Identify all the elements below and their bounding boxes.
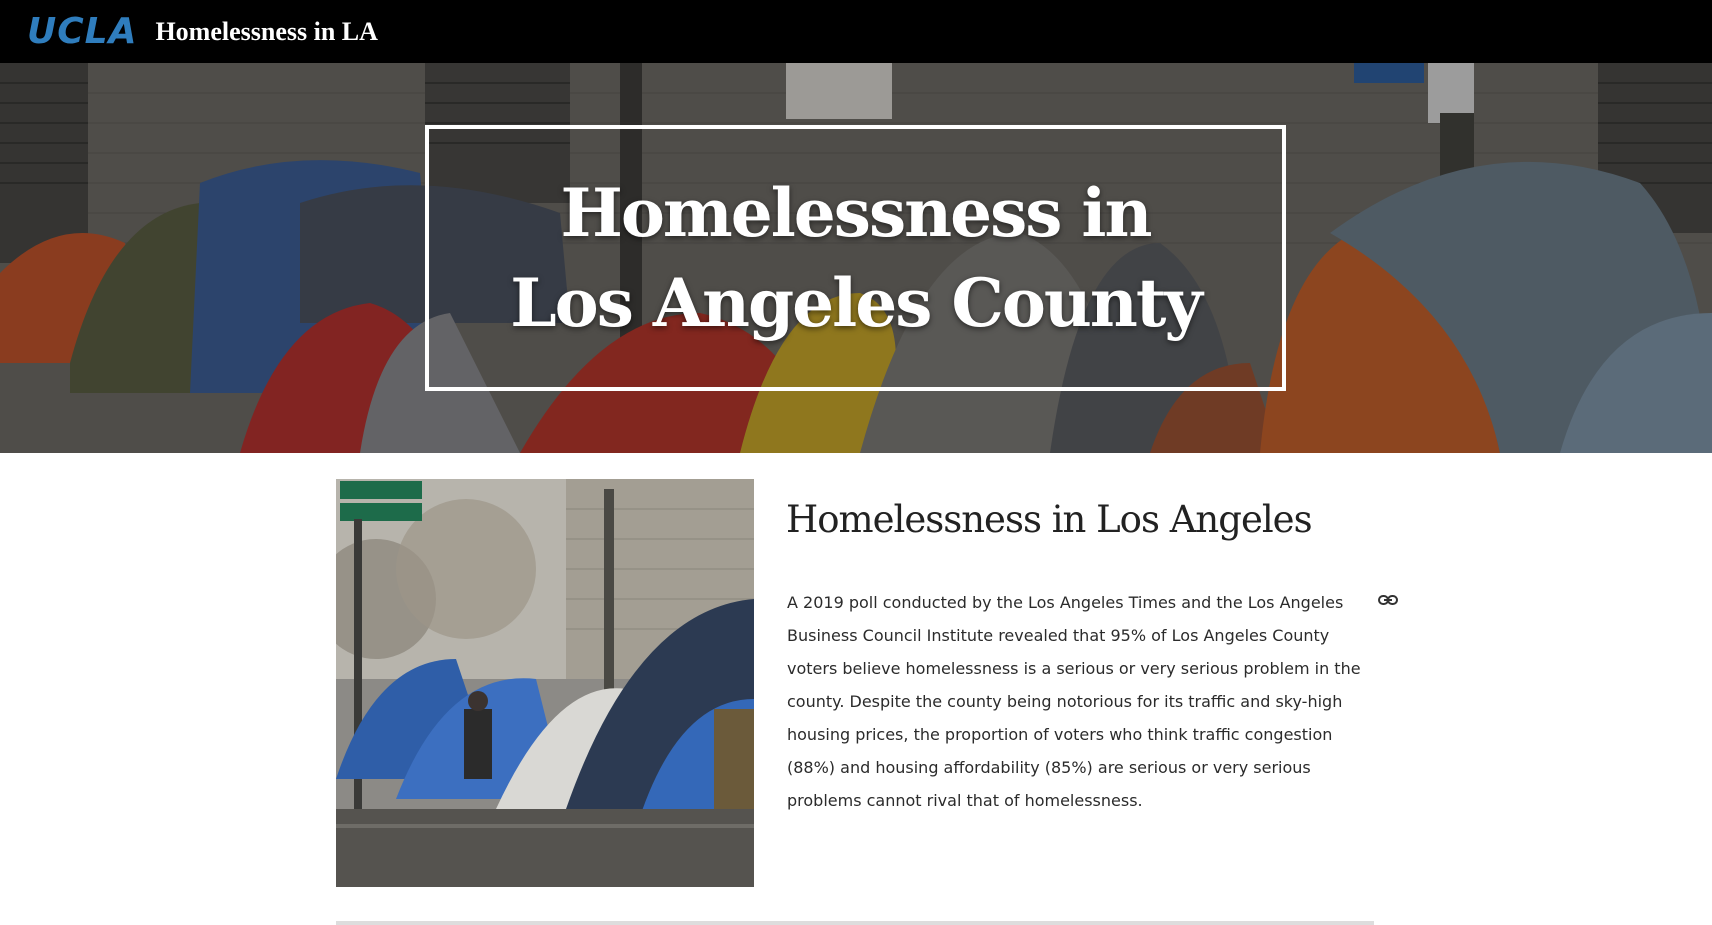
street-tents-photo xyxy=(336,479,754,887)
section-heading: Homelessness in Los Angeles xyxy=(786,498,1313,541)
top-bar: UCLA Homelessness in LA xyxy=(0,0,1712,63)
hero-title: Homelessness in Los Angeles County xyxy=(510,174,1202,342)
body-paragraph: A 2019 poll conducted by the Los Angeles… xyxy=(787,593,1361,810)
hero-title-frame: Homelessness in Los Angeles County xyxy=(425,125,1286,391)
site-title[interactable]: Homelessness in LA xyxy=(155,17,377,47)
section-divider xyxy=(336,921,1374,925)
ucla-logo[interactable]: UCLA xyxy=(27,11,137,52)
link-icon[interactable] xyxy=(1378,592,1398,608)
hero-banner: Homelessness in Los Angeles County xyxy=(0,63,1712,453)
